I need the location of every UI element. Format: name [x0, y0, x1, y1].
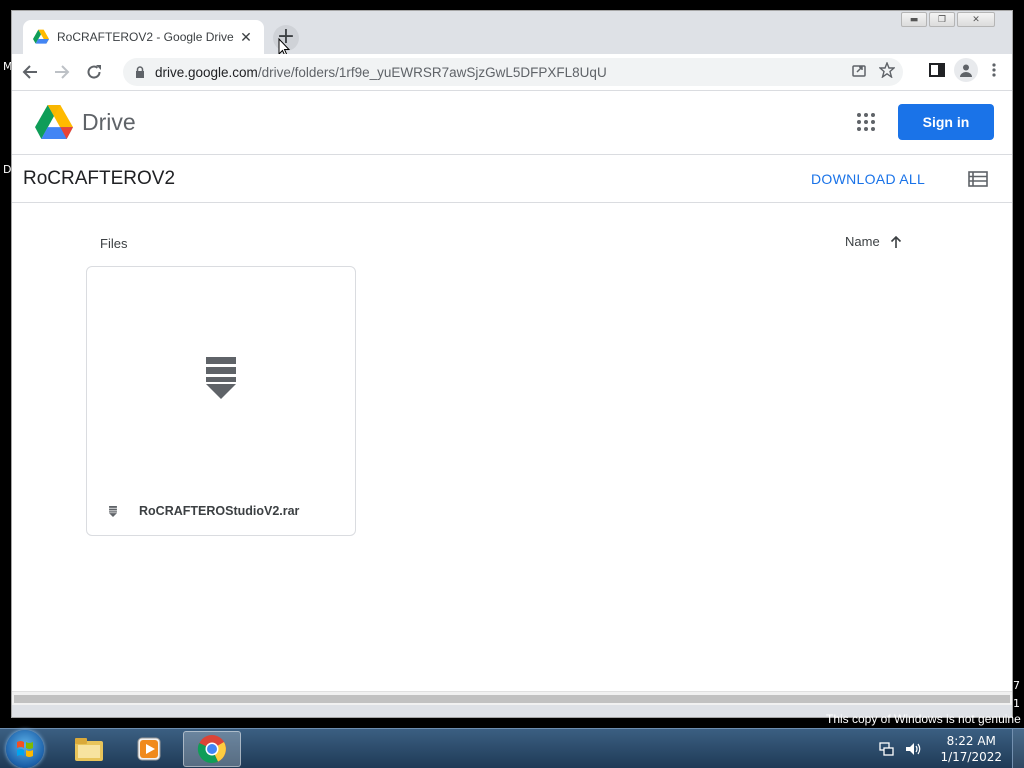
clock-time: 8:22 AM — [946, 734, 996, 748]
chrome-icon — [197, 735, 226, 764]
profile-avatar[interactable] — [954, 58, 978, 82]
drive-header: Drive Sign in — [12, 91, 1012, 155]
taskbar-media-player[interactable] — [120, 731, 178, 767]
tab-google-drive[interactable]: RoCRAFTEROV2 - Google Drive ✕ — [23, 20, 264, 54]
files-section-label: Files — [100, 236, 128, 251]
start-button[interactable] — [6, 730, 44, 768]
folder-bar: RoCRAFTEROV2 DOWNLOAD ALL — [12, 155, 1012, 203]
folder-title: RoCRAFTEROV2 — [23, 168, 176, 189]
drive-page: Drive Sign in RoCRAFTEROV2 DOWNLOAD ALL … — [12, 90, 1012, 705]
side-panel-icon[interactable] — [928, 62, 946, 78]
google-apps-icon[interactable] — [857, 113, 875, 131]
tab-strip: RoCRAFTEROV2 - Google Drive ✕ + — [12, 11, 1012, 57]
sort-label: Name — [845, 234, 880, 249]
clock-date: 1/17/2022 — [940, 750, 1002, 764]
desktop-digit-1: 1 — [1013, 697, 1020, 710]
arrow-up-icon[interactable] — [890, 235, 902, 249]
desktop-digit-7: 7 — [1013, 679, 1020, 692]
media-player-icon — [137, 737, 161, 761]
reload-button[interactable] — [80, 58, 108, 86]
tab-title: RoCRAFTEROV2 - Google Drive — [57, 30, 234, 44]
taskbar-chrome[interactable] — [183, 731, 241, 767]
omnibox-actions — [851, 62, 895, 78]
google-drive-logo-icon — [35, 105, 73, 139]
file-name: RoCRAFTEROStudioV2.rar — [139, 504, 300, 518]
sign-in-button[interactable]: Sign in — [898, 104, 994, 140]
url-text: drive.google.com/drive/folders/1rf9e_yuE… — [155, 65, 607, 80]
horizontal-scrollbar[interactable] — [12, 691, 1012, 705]
taskbar: 8:22 AM 1/17/2022 — [0, 728, 1024, 768]
lock-icon — [136, 66, 144, 78]
person-icon — [960, 64, 972, 77]
drive-logo[interactable]: Drive — [35, 105, 136, 139]
menu-dots-icon[interactable] — [986, 62, 1002, 78]
file-name-row[interactable]: RoCRAFTEROStudioV2.rar — [87, 487, 355, 535]
drive-brand: Drive — [82, 108, 136, 135]
file-thumbnail[interactable] — [87, 267, 355, 489]
scrollbar-thumb[interactable] — [14, 695, 1010, 703]
archive-file-icon — [206, 357, 236, 399]
toolbar-right — [928, 58, 1002, 82]
list-view-icon[interactable] — [968, 171, 988, 187]
star-icon[interactable] — [879, 62, 895, 78]
arrow-left-icon — [22, 65, 37, 79]
url-host: drive.google.com — [155, 64, 258, 80]
forward-button[interactable] — [48, 58, 76, 86]
sort-by-name[interactable]: Name — [845, 234, 902, 249]
address-bar[interactable]: drive.google.com/drive/folders/1rf9e_yuE… — [123, 58, 903, 86]
windows-explorer-icon — [75, 738, 103, 761]
network-icon[interactable] — [878, 741, 896, 757]
back-button[interactable] — [16, 58, 44, 86]
google-drive-icon — [33, 29, 49, 44]
windows-logo-icon — [17, 741, 33, 757]
show-desktop-button[interactable] — [1012, 729, 1024, 768]
arrow-right-icon — [55, 65, 70, 79]
system-tray: 8:22 AM 1/17/2022 — [878, 729, 1024, 768]
taskbar-explorer[interactable] — [60, 731, 118, 767]
browser-toolbar: drive.google.com/drive/folders/1rf9e_yuE… — [12, 54, 1012, 90]
windows-genuine-watermark: This copy of Windows is not genuine — [826, 712, 1021, 726]
archive-file-small-icon — [109, 505, 117, 517]
url-path: /drive/folders/1rf9e_yuEWRSR7awSjzGwL5DF… — [257, 64, 607, 80]
download-all-button[interactable]: DOWNLOAD ALL — [811, 171, 925, 187]
share-icon[interactable] — [851, 62, 867, 78]
reload-icon — [87, 65, 101, 79]
tab-close-icon[interactable]: ✕ — [238, 29, 254, 46]
browser-window: ▬ ❐ ✕ RoCRAFTEROV2 - Google Drive ✕ + dr… — [11, 10, 1013, 718]
volume-icon[interactable] — [904, 741, 922, 757]
file-card[interactable]: RoCRAFTEROStudioV2.rar — [86, 266, 356, 536]
clock[interactable]: 8:22 AM 1/17/2022 — [940, 733, 1002, 765]
